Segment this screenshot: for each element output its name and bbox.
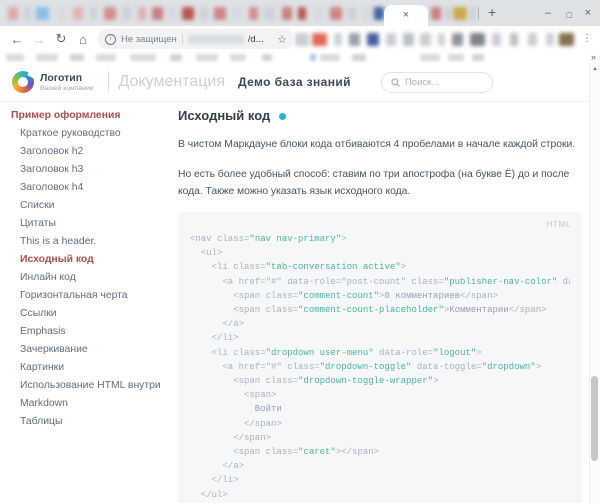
home-icon[interactable]: ⌂ [72,32,94,47]
sidebar-nav: Пример оформленияКраткое руководствоЗаго… [0,107,168,431]
sidebar-item[interactable]: Исходный код [11,251,168,269]
sidebar-item[interactable]: This is a header. [11,233,168,251]
logo-icon [12,71,34,93]
code-language-label: HTML [546,219,571,229]
url-divider [182,34,183,44]
code-block: HTML <nav class="nav nav-primary"> <ul> … [178,212,582,503]
search-input[interactable]: Поиск... [381,72,493,93]
search-icon [391,78,400,87]
code-pre: <nav class="nav nav-primary"> <ul> <li c… [190,232,570,503]
window-close-button[interactable]: × [585,6,591,20]
browser-window: × + – □ × ← → ↻ ⌂ i Не защищен /d... ☆ ⋮… [0,0,600,503]
redacted-url [188,35,244,44]
sidebar-item[interactable]: Ссылки [11,305,168,323]
kb-title-link[interactable]: Демо база знаний [238,75,351,89]
sidebar-item[interactable]: Цитаты [11,215,168,233]
sidebar-item[interactable]: Таблицы [11,413,168,431]
url-path: /d... [248,34,264,45]
header-divider [108,71,109,93]
main-content: Исходный код В чистом Маркдауне блоки ко… [178,109,582,503]
section-title: Документация [119,73,225,91]
site-info-icon[interactable]: i [105,34,116,45]
sidebar-item[interactable]: Emphasis [11,323,168,341]
paragraph-2: Но есть более удобный способ: ставим по … [178,166,582,200]
sidebar-item[interactable]: Зачеркивание [11,341,168,359]
tab-separator [478,7,479,20]
redacted-bookmarks [0,52,600,63]
tab-close-icon[interactable]: × [403,10,409,21]
security-label: Не защищен [121,34,177,45]
sidebar-item[interactable]: Использование HTML внутри Markdown [11,377,168,413]
window-minimize-button[interactable]: – [545,6,551,20]
site-header: Логотип Вашей компании Документация Демо… [0,63,600,102]
page-title: Исходный код [178,109,270,123]
sidebar-item[interactable]: Пример оформления [11,107,168,125]
sidebar-item[interactable]: Заголовок h4 [11,179,168,197]
scroll-up-arrow[interactable]: ▲ [590,66,600,72]
forward-icon[interactable]: → [28,32,50,47]
site-logo[interactable]: Логотип Вашей компании [12,71,94,93]
back-icon[interactable]: ← [6,32,28,47]
reload-icon[interactable]: ↻ [50,31,72,47]
bookmark-star-icon[interactable]: ☆ [277,33,287,46]
search-placeholder: Поиск... [405,77,439,88]
page-scrollbar[interactable]: ▲ [589,63,600,503]
window-maximize-button[interactable]: □ [567,8,572,22]
sidebar-item[interactable]: Заголовок h2 [11,143,168,161]
redacted-tab-titles [0,0,600,26]
tab-strip: × + – □ × [0,0,600,26]
logo-title: Логотип [40,73,94,84]
sidebar-item[interactable]: Списки [11,197,168,215]
new-tab-button[interactable]: + [488,4,496,20]
bookmarks-overflow-icon[interactable]: » [591,52,596,63]
sidebar-item[interactable]: Краткое руководство [11,125,168,143]
scrollbar-thumb[interactable] [591,376,598,461]
logo-subtitle: Вашей компании [40,85,94,92]
browser-menu-icon[interactable]: ⋮ [582,26,592,52]
page: Логотип Вашей компании Документация Демо… [0,63,600,503]
sidebar-item[interactable]: Картинки [11,359,168,377]
sidebar-item[interactable]: Инлайн код [11,269,168,287]
paragraph-1: В чистом Маркдауне блоки кода отбиваются… [178,136,582,153]
browser-toolbar: ← → ↻ ⌂ i Не защищен /d... ☆ ⋮ [0,26,600,52]
sidebar-item[interactable]: Заголовок h3 [11,161,168,179]
address-bar[interactable]: i Не защищен /d... ☆ [97,29,295,49]
status-dot [279,113,286,120]
sidebar-item[interactable]: Горизонтальная черта [11,287,168,305]
active-tab[interactable]: × [384,5,428,26]
